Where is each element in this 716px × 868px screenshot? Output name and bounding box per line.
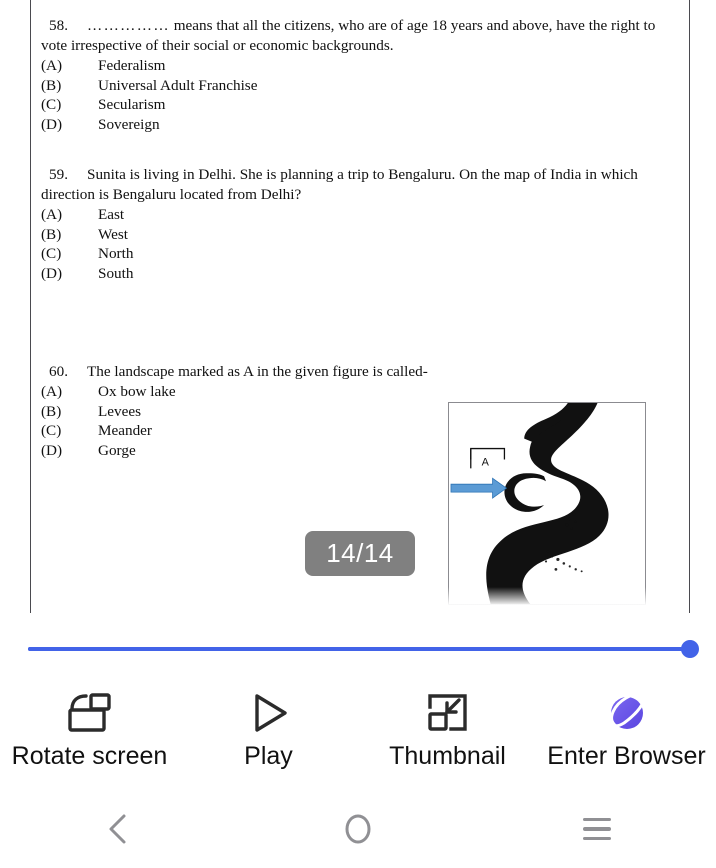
back-icon (109, 814, 126, 844)
home-button[interactable] (239, 811, 478, 847)
question-59-number: 59. (49, 166, 68, 183)
option-key: (D) (41, 264, 63, 282)
page-seekbar[interactable] (0, 618, 716, 682)
enter-browser-label: Enter Browser (547, 742, 706, 770)
question-59-option-c[interactable]: (C) North (41, 244, 675, 264)
option-key: (D) (41, 441, 63, 459)
play-icon (247, 688, 291, 738)
seekbar-track[interactable] (28, 647, 690, 651)
option-key: (B) (41, 402, 62, 420)
document-viewer[interactable]: (D) Veer party 58.…………… means that all t… (0, 0, 716, 618)
option-key: (D) (41, 115, 63, 133)
question-block-58: 58.…………… means that all the citizens, wh… (41, 16, 675, 134)
page-counter-badge: 14/14 (305, 531, 415, 576)
meandering-river-diagram: A (450, 403, 609, 604)
option-text: North (98, 245, 134, 262)
question-60-stem: 60. The landscape marked as A in the give… (41, 362, 675, 382)
thumbnail-label: Thumbnail (389, 742, 506, 770)
question-58-option-b[interactable]: (B) Universal Adult Franchise (41, 76, 675, 96)
option-text: East (98, 206, 125, 223)
bottom-toolbar: Rotate screen Play Thumbnail Enter Brows… (0, 674, 716, 790)
question-58-blank: …………… (87, 17, 170, 34)
enter-browser-button[interactable]: Enter Browser (537, 674, 716, 771)
option-key: (C) (41, 245, 62, 262)
back-button[interactable] (0, 812, 239, 846)
option-key: (C) (41, 96, 62, 113)
rotate-screen-icon (66, 688, 114, 738)
question-60-option-a[interactable]: (A) Ox bow lake (41, 382, 675, 402)
figure-label-a: A (482, 456, 490, 468)
option-text: Federalism (98, 57, 166, 74)
app-root: (D) Veer party 58.…………… means that all t… (0, 0, 716, 868)
question-58-option-a[interactable]: (A) Federalism (41, 56, 675, 76)
question-58-option-d[interactable]: (D) Sovereign (41, 115, 675, 135)
ox-bow-lake (504, 473, 547, 512)
browser-planet-icon (604, 688, 650, 738)
option-key: (A) (41, 206, 63, 223)
option-text: Secularism (98, 96, 166, 113)
question-58-number: 58. (49, 17, 68, 34)
option-key: (A) (41, 383, 63, 400)
seekbar-fill (28, 647, 690, 651)
option-text: Sovereign (98, 115, 160, 133)
question-58-stem: 58.…………… means that all the citizens, wh… (41, 16, 675, 56)
blue-pointer-arrow (450, 477, 508, 499)
option-key: (B) (41, 225, 62, 243)
thumbnail-button[interactable]: Thumbnail (358, 674, 537, 771)
home-icon (345, 814, 371, 844)
recents-button[interactable] (477, 817, 716, 841)
option-text: Universal Adult Franchise (98, 76, 258, 94)
question-59-text: Sunita is living in Delhi. She is planni… (41, 166, 638, 203)
option-key: (A) (41, 57, 63, 74)
thumbnail-icon (426, 688, 470, 738)
question-58-option-c[interactable]: (C) Secularism (41, 95, 675, 115)
document-page: (D) Veer party 58.…………… means that all t… (30, 0, 690, 613)
river-path (486, 403, 609, 604)
question-block-59: 59. Sunita is living in Delhi. She is pla… (41, 165, 675, 283)
play-button[interactable]: Play (179, 674, 358, 771)
option-key: (B) (41, 76, 62, 94)
question-60-number: 60. (49, 363, 68, 380)
seekbar-thumb[interactable] (681, 640, 699, 658)
android-navigation-bar (0, 790, 716, 868)
question-59-option-a[interactable]: (A) East (41, 205, 675, 225)
option-key: (C) (41, 422, 62, 439)
question-59-option-b[interactable]: (B) West (41, 225, 675, 245)
question-59-option-d[interactable]: (D) South (41, 264, 675, 284)
question-60-text: The landscape marked as A in the given f… (87, 363, 428, 380)
rotate-screen-button[interactable]: Rotate screen (0, 674, 179, 771)
option-text: South (98, 264, 134, 282)
play-label: Play (244, 742, 293, 770)
meander-river-figure: A (448, 402, 646, 605)
question-59-stem: 59. Sunita is living in Delhi. She is pla… (41, 165, 675, 205)
recents-icon (582, 817, 611, 841)
option-text: Ox bow lake (98, 383, 176, 400)
option-text: West (98, 225, 128, 243)
rotate-screen-label: Rotate screen (11, 742, 168, 770)
